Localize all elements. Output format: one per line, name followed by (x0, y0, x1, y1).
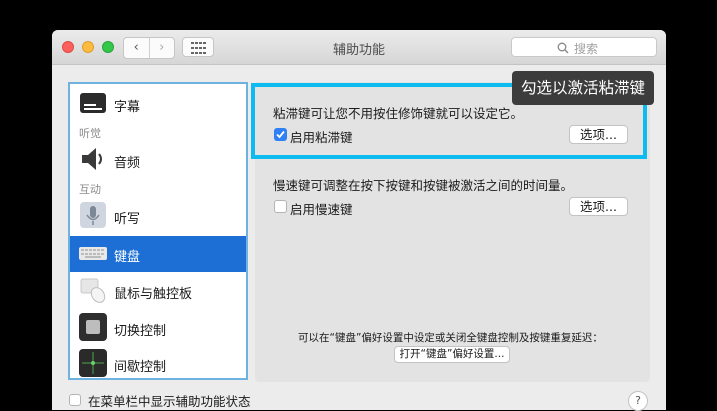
sticky-keys-options-button[interactable]: 选项... (569, 125, 628, 144)
microphone-icon (80, 202, 106, 228)
section-heading-hearing: 听觉 (79, 127, 101, 140)
sidebar-item-keyboard[interactable]: 键盘 (70, 236, 246, 272)
slow-keys-description: 慢速键可调整在按下按键和按键被激活之间的时间量。 (273, 178, 574, 193)
keyboard-icon (79, 247, 107, 260)
speaker-icon (82, 148, 102, 170)
sidebar-item-label: 音频 (114, 156, 141, 171)
sidebar: 字幕 听觉 音频 互动 听写 键盘 鼠标与触控板 切换控制 间歇控制 (68, 82, 248, 380)
sidebar-item-audio[interactable]: 音频 (70, 142, 246, 178)
sidebar-item-label: 字幕 (114, 100, 141, 115)
show-status-label: 在菜单栏中显示辅助功能状态 (88, 394, 251, 409)
sidebar-item-label: 键盘 (114, 250, 141, 265)
dwell-control-icon (79, 349, 107, 377)
sidebar-item-dwell-control[interactable]: 间歇控制 (70, 346, 246, 378)
checkmark-icon (276, 130, 285, 139)
switch-control-icon (79, 313, 107, 341)
open-keyboard-prefs-button[interactable]: 打开“键盘”偏好设置... (394, 346, 510, 363)
slow-keys-options-button[interactable]: 选项... (569, 197, 628, 216)
instruction-callout: 勾选以激活粘滞键 (512, 71, 654, 105)
help-button[interactable]: ? (628, 391, 648, 411)
sidebar-item-mouse-trackpad[interactable]: 鼠标与触控板 (70, 273, 246, 309)
search-icon (557, 42, 569, 54)
sidebar-item-captions[interactable]: 字幕 (70, 86, 246, 122)
mouse-icon (80, 278, 106, 303)
slow-keys-checkbox[interactable] (274, 200, 287, 213)
keyboard-prefs-note: 可以在“键盘”偏好设置中设定或关闭全键盘控制及按键重复延迟： (298, 332, 603, 344)
title-bar: ‹ › 辅助功能 搜索 (52, 30, 666, 65)
sidebar-item-label: 切换控制 (114, 324, 167, 339)
section-heading-interaction: 互动 (79, 183, 101, 196)
search-field[interactable]: 搜索 (511, 37, 657, 57)
sidebar-item-label: 听写 (114, 212, 141, 227)
sidebar-item-label: 鼠标与触控板 (114, 287, 193, 302)
sticky-keys-label: 启用粘滞键 (290, 130, 353, 145)
show-status-checkbox[interactable] (69, 394, 81, 406)
sticky-keys-description: 粘滞键可让您不用按住修饰键就可以设定它。 (273, 106, 524, 121)
slow-keys-label: 启用慢速键 (290, 202, 353, 217)
sidebar-item-label: 间歇控制 (114, 360, 167, 375)
sticky-keys-checkbox[interactable] (274, 128, 287, 141)
captions-icon (80, 93, 106, 113)
search-placeholder: 搜索 (574, 42, 599, 56)
sidebar-item-switch-control[interactable]: 切换控制 (70, 310, 246, 346)
sidebar-item-dictation[interactable]: 听写 (70, 198, 246, 234)
